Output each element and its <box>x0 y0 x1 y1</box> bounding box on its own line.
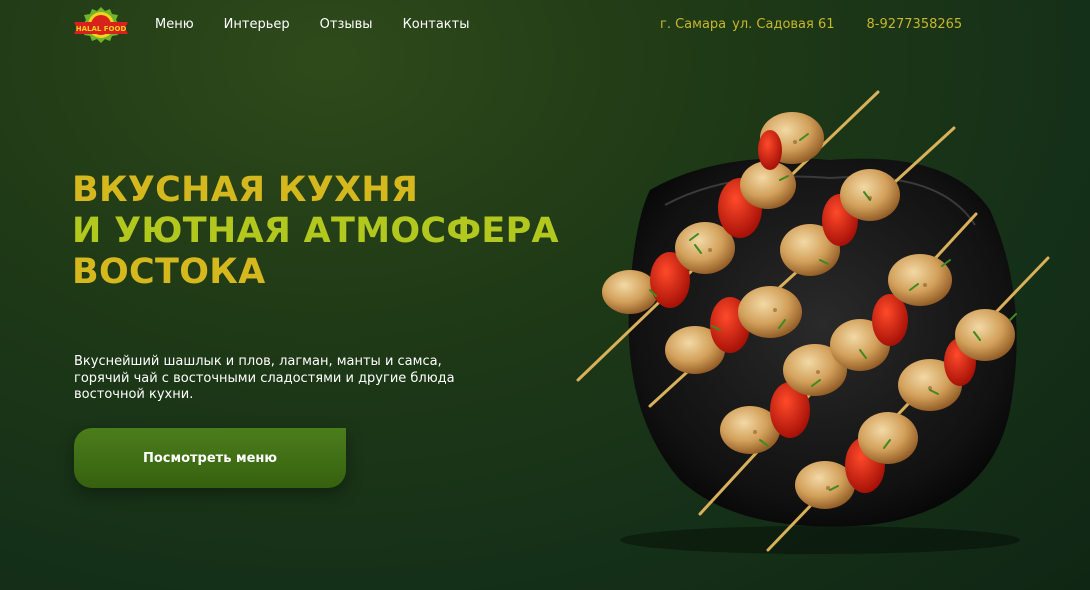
hero-description: Вкуснейший шашлык и плов, лагман, манты … <box>74 354 474 404</box>
nav-item-contacts[interactable]: Контакты <box>403 17 470 32</box>
hero-description-line: Вкуснейший шашлык и плов, лагман, манты … <box>74 354 442 369</box>
contact-city: г. Самара <box>660 17 727 32</box>
hero-description-line: восточной кухни. <box>74 387 194 402</box>
nav-item-reviews[interactable]: Отзывы <box>320 17 373 32</box>
hero-title-line-2: И УЮТНАЯ АТМОСФЕРА <box>72 211 559 251</box>
contacts: г. Самара ул. Садовая 61 8-9277358265 <box>660 17 962 32</box>
logo-icon: HALAL FOOD <box>74 7 128 43</box>
nav-item-interior[interactable]: Интерьер <box>224 17 290 32</box>
hero-title-line-3: ВОСТОКА <box>72 252 266 292</box>
hero-title: ВКУСНАЯ КУХНЯ И УЮТНАЯ АТМОСФЕРА ВОСТОКА <box>72 170 559 293</box>
contact-address: ул. Садовая 61 <box>732 17 835 32</box>
nav-item-menu[interactable]: Меню <box>155 17 194 32</box>
logo[interactable]: HALAL FOOD <box>70 6 132 44</box>
contact-phone[interactable]: 8-9277358265 <box>867 17 963 32</box>
main-nav: Меню Интерьер Отзывы Контакты <box>155 17 469 32</box>
kebab-plate-image <box>576 90 1050 554</box>
hero-description-line: горячий чай с восточными сладостями и др… <box>74 370 455 386</box>
logo-text: HALAL FOOD <box>76 25 127 33</box>
hero-title-line-1: ВКУСНАЯ КУХНЯ <box>72 170 419 210</box>
view-menu-button[interactable]: Посмотреть меню <box>74 428 346 488</box>
